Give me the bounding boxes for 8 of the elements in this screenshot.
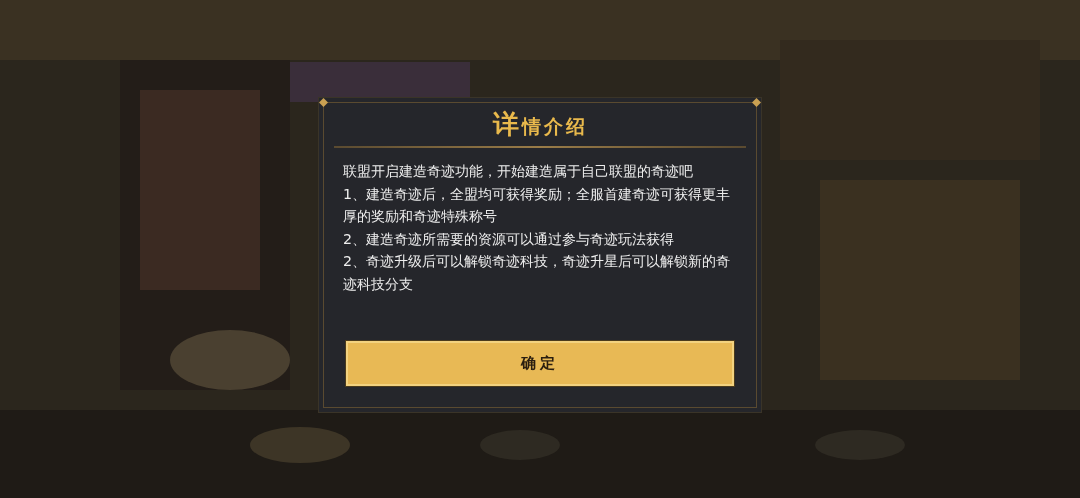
info-paragraph: 联盟开启建造奇迹功能，开始建造属于自己联盟的奇迹吧 [343, 162, 694, 181]
dialog-title: 详情介绍 [492, 108, 588, 141]
diamond-icon [752, 98, 761, 107]
info-paragraph: 2、建造奇迹所需要的资源可以通过参与奇迹玩法获得 [343, 229, 676, 249]
confirm-button[interactable]: 确定 [346, 341, 734, 386]
diamond-icon [319, 98, 328, 107]
info-paragraph: 1、建造奇迹后，全盟均可获得奖励；全服首建奇迹可获得更丰厚的奖励和奇迹特殊称号 [343, 184, 732, 226]
info-paragraph: 2、奇迹升级后可以解锁奇迹科技，奇迹升星后可以解锁新的奇迹科技分支 [343, 252, 732, 294]
